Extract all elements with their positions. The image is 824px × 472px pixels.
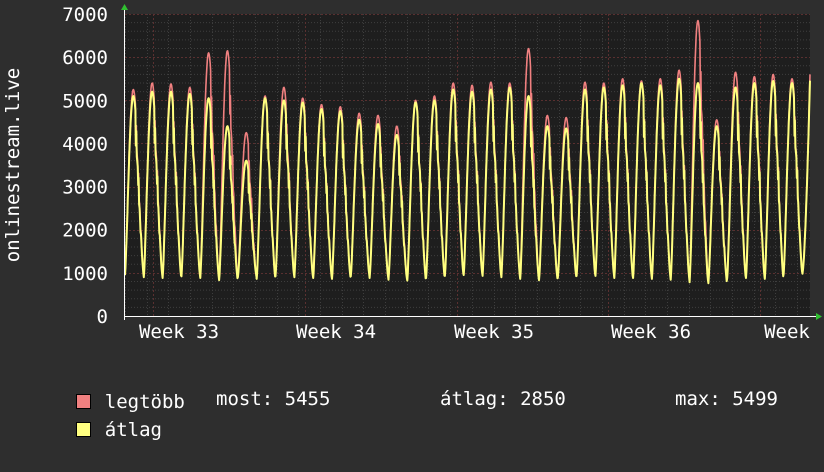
y-tick-label: 5000 — [62, 90, 108, 112]
legend-row-avg: átlag — [30, 388, 162, 472]
y-tick-label: 6000 — [62, 47, 108, 69]
y-tick-label: 1000 — [62, 263, 108, 285]
y-axis-title: onlinestream.live — [2, 68, 24, 262]
stat-now: most: 5455 — [216, 388, 331, 410]
x-tick-label: Week — [764, 321, 810, 343]
y-tick-labels: 0 1000 2000 3000 4000 5000 6000 7000 — [62, 4, 108, 328]
legend-label-avg: átlag — [104, 419, 162, 441]
x-tick-label: Week 35 — [454, 321, 534, 343]
y-tick-label: 3000 — [62, 177, 108, 199]
x-tick-label: Week 34 — [296, 321, 376, 343]
x-tick-label: Week 36 — [611, 321, 691, 343]
x-tick-label: Week 33 — [139, 321, 219, 343]
stat-average: átlag: 2850 — [440, 388, 566, 410]
chart-frame: 0 1000 2000 3000 4000 5000 6000 7000 Week 33 Wee… — [0, 0, 824, 441]
stat-max: max: 5499 — [675, 388, 778, 410]
y-tick-label: 0 — [97, 306, 108, 328]
y-tick-label: 7000 — [62, 4, 108, 26]
chart-svg: 01000200030004000500060007000 Week 33 Wee… — [2, 4, 822, 343]
y-axis-arrow — [121, 4, 128, 10]
x-axis-arrow — [816, 313, 822, 320]
x-tick-labels: Week 33 Week 34 Week 35 Week 36 Week — [139, 321, 810, 343]
y-tick-label: 4000 — [62, 133, 108, 155]
y-tick-label: 2000 — [62, 220, 108, 242]
